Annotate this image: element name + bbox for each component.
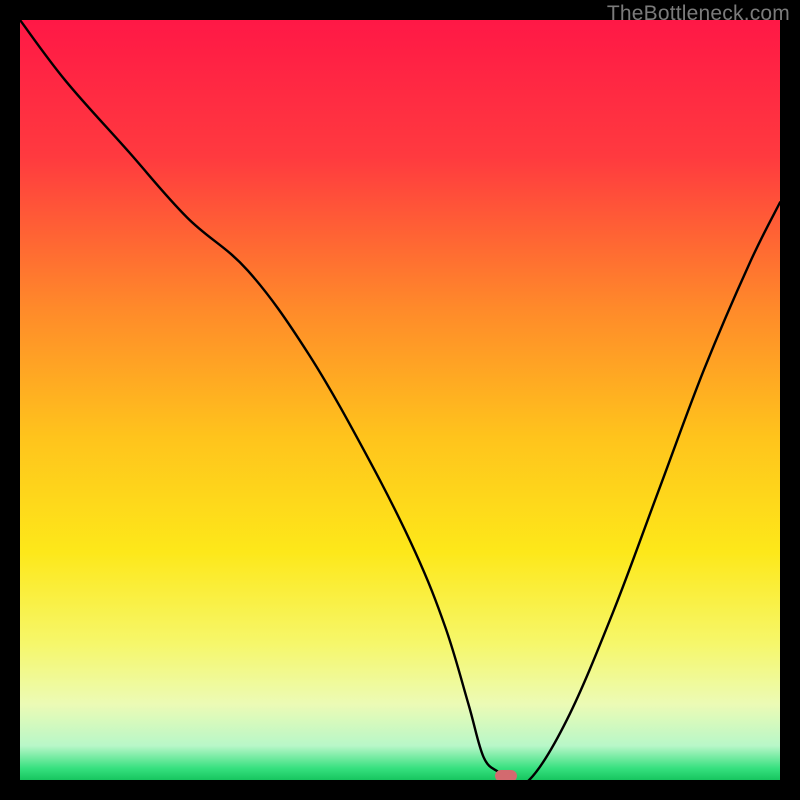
chart-frame: TheBottleneck.com: [0, 0, 800, 800]
heat-gradient-background: [20, 20, 780, 780]
watermark-text: TheBottleneck.com: [607, 2, 790, 26]
plot-area: [20, 20, 780, 780]
